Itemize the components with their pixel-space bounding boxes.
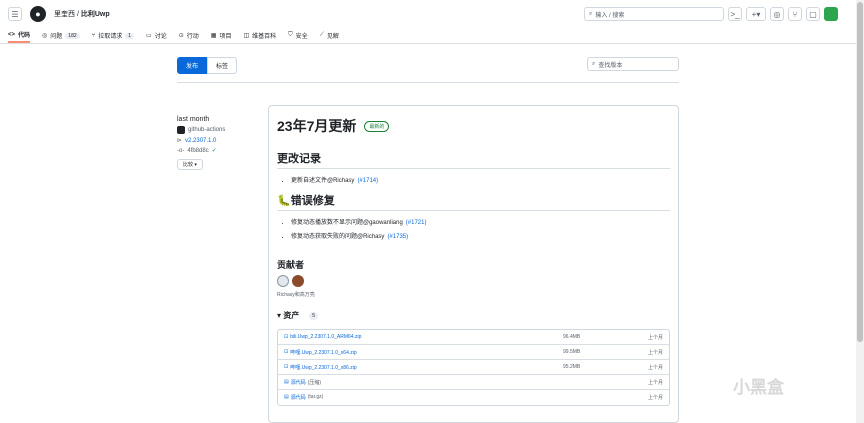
asset-row: ▤ 源代码 (tar.gz) 上个月 <box>284 394 663 401</box>
toolbar-right: >_ +▾ ◎ ⑂ ▢ <box>728 7 838 21</box>
tab-code[interactable]: <> 代码 <box>8 28 31 43</box>
release-date: last month <box>177 116 210 123</box>
search-icon: ⌕ <box>592 60 596 67</box>
asset-link[interactable]: 哔哩.Uwp_2.2307.1.0_x86.zip <box>290 364 356 371</box>
changelog-list: 更新自述文件@Richasy(#1714) <box>291 175 670 184</box>
package-icon: ⊡ <box>284 334 289 340</box>
asset-date: 上个月 <box>647 349 663 356</box>
list-item: 更新自述文件@Richasy(#1714) <box>291 175 670 184</box>
pr-link[interactable]: (#1721) <box>406 220 427 226</box>
release-title[interactable]: 23年7月更新 <box>277 116 356 136</box>
compare-button[interactable]: 比较 ▾ <box>177 159 203 170</box>
contributors-avatars <box>277 275 670 287</box>
asset-size: 95.2MB <box>563 364 581 370</box>
github-logo-icon[interactable]: ● <box>30 6 46 22</box>
user-avatar[interactable] <box>824 7 838 21</box>
watermark: 小黑盒 <box>733 378 784 397</box>
tab-discussions[interactable]: ▭ 讨论 <box>146 28 167 43</box>
asset-date: 上个月 <box>647 334 663 341</box>
assets-list: ⊡ bili.Uwp_2.2307.1.0_ARM64.zip 96.4MB 上个… <box>277 329 670 406</box>
asset-size: 96.4MB <box>563 334 581 340</box>
breadcrumb: 里奎西 / 比利Uwp <box>54 11 110 18</box>
graph-icon: ⟋ <box>319 32 324 38</box>
tab-issues[interactable]: ◎ 问题 182 <box>42 28 80 43</box>
release-meta: last month github-actions ⊳ v2.2307.1.0 -… <box>177 116 225 170</box>
asset-link[interactable]: 源代码 <box>291 394 306 401</box>
check-icon: ✓ <box>211 148 217 154</box>
latest-badge: 最新的 <box>364 120 390 132</box>
divider <box>177 82 679 83</box>
assets-count: 5 <box>309 311 319 320</box>
package-icon: ⊡ <box>284 363 289 370</box>
tab-pull-requests[interactable]: ⑂ 拉取请求 1 <box>91 28 135 43</box>
scrollbar-thumb[interactable] <box>857 2 863 342</box>
avatar[interactable] <box>292 275 304 287</box>
actions-icon: ⊙ <box>178 33 184 39</box>
avatar[interactable] <box>277 275 289 287</box>
changelog-heading: 更改记录 <box>277 150 670 169</box>
asset-date: 上个月 <box>647 364 663 371</box>
release-card: 23年7月更新 最新的 更改记录 更新自述文件@Richasy(#1714) 🐛… <box>268 105 679 423</box>
code-icon: <> <box>8 31 16 38</box>
release-author[interactable]: github-actions <box>188 127 225 133</box>
command-palette-icon[interactable]: >_ <box>728 7 742 21</box>
contributors-heading: 贡献者 <box>277 260 305 270</box>
search-input[interactable]: ⌕ 输入 / 搜索 <box>584 7 724 21</box>
list-item: 修复动态获取失败的问题@Richasy(#1735) <box>291 231 670 240</box>
asset-row: ▤ 源代码 (压缩) 上个月 <box>278 375 669 390</box>
release-tag[interactable]: v2.2307.1.0 <box>185 138 216 144</box>
pr-count: 1 <box>125 32 135 39</box>
asset-date: 上个月 <box>647 395 663 401</box>
discussion-icon: ▭ <box>146 33 152 39</box>
search-icon: ⌕ <box>589 10 593 17</box>
project-icon: ▦ <box>210 33 217 39</box>
pr-link[interactable]: (#1714) <box>357 178 378 184</box>
release-search-input[interactable]: ⌕ 查找版本 <box>587 57 679 71</box>
contributors-names: Richasy和高万亮 <box>277 292 315 298</box>
issues-count: 182 <box>65 32 80 39</box>
asset-row: ⊡ 哔哩.Uwp_2.2307.1.0_x86.zip 95.2MB 上个月 <box>278 360 669 375</box>
tab-actions[interactable]: ⊙ 行动 <box>179 28 199 43</box>
hamburger-icon[interactable]: ☰ <box>8 7 22 21</box>
bugfix-heading: 🐛错误修复 <box>277 192 670 211</box>
list-item: 修复动态播放数不显示问题@gaowanliang(#1721) <box>291 217 670 226</box>
releases-tab[interactable]: 发布 <box>177 57 208 74</box>
breadcrumb-owner[interactable]: 里奎西 <box>54 11 75 18</box>
inbox-icon[interactable]: ▢ <box>806 7 820 21</box>
create-new-icon[interactable]: +▾ <box>746 7 766 21</box>
tab-wiki[interactable]: ◫ 维基百科 <box>243 28 276 43</box>
asset-link[interactable]: 源代码 <box>291 379 306 386</box>
pull-requests-icon[interactable]: ⑂ <box>788 7 802 21</box>
release-subnav: 发布 标签 <box>177 57 238 74</box>
release-commit[interactable]: 4fb8d8c <box>187 148 208 154</box>
wiki-icon: ◫ <box>243 33 250 39</box>
issue-icon: ◎ <box>42 33 48 39</box>
tab-security[interactable]: ⛉ 安全 <box>288 28 308 43</box>
file-zip-icon: ▤ <box>284 378 289 385</box>
tags-tab[interactable]: 标签 <box>207 57 238 74</box>
breadcrumb-repo[interactable]: 比利Uwp <box>81 11 110 18</box>
bugfix-list: 修复动态播放数不显示问题@gaowanliang(#1721) 修复动态获取失败… <box>291 217 670 240</box>
asset-date: 上个月 <box>647 379 663 386</box>
repo-tabs: <> 代码 ◎ 问题 182 ⑂ 拉取请求 1 ▭ 讨论 ⊙ 行动 ▦ 项目 ◫ 维基百科 ⛉ 安全… <box>0 28 856 44</box>
commit-icon: -o- <box>177 147 185 154</box>
tab-insights[interactable]: ⟋ 见解 <box>320 28 339 43</box>
shield-icon: ⛉ <box>288 32 293 38</box>
asset-link[interactable]: 哔哩.Uwp_2.2307.1.0_x64.zip <box>290 349 356 356</box>
asset-row: ⊡ bili.Uwp_2.2307.1.0_ARM64.zip 96.4MB 上个… <box>278 330 669 345</box>
asset-size: 99.5MB <box>563 349 581 355</box>
chevron-down-icon: ▾ <box>194 162 197 168</box>
tag-icon: ⊳ <box>177 138 183 144</box>
tab-projects[interactable]: ▦ 项目 <box>211 28 232 43</box>
issues-icon[interactable]: ◎ <box>770 7 784 21</box>
pr-link[interactable]: (#1735) <box>387 234 408 240</box>
pr-icon: ⑂ <box>91 32 96 39</box>
asset-row: ⊡ 哔哩.Uwp_2.2307.1.0_x64.zip 99.5MB 上个月 <box>278 345 669 360</box>
package-icon: ⊡ <box>284 348 289 355</box>
file-zip-icon: ▤ <box>284 394 289 400</box>
assets-toggle[interactable]: ▾ 资产 5 <box>277 310 670 321</box>
asset-link[interactable]: bili.Uwp_2.2307.1.0_ARM64.zip <box>290 334 361 340</box>
author-avatar <box>177 126 185 134</box>
